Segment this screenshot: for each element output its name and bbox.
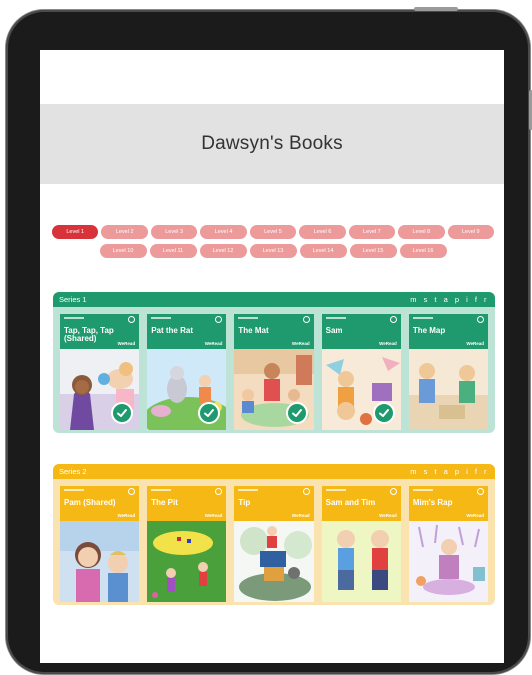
level-16-button[interactable]: Level 16 — [399, 244, 447, 258]
brand-logo: WeRead — [291, 341, 310, 346]
book-cover-header: Tip WeRead — [234, 486, 314, 521]
completed-check-icon — [285, 402, 308, 424]
level-14-button[interactable]: Level 14 — [299, 244, 347, 258]
level-11-button[interactable]: Level 11 — [149, 244, 197, 258]
level-6-button[interactable]: Level 6 — [299, 225, 346, 239]
series-header: Series 2 m s t a p i f r — [53, 464, 495, 479]
book-card-pat-the-rat[interactable]: Pat the Rat WeRead — [147, 314, 227, 430]
book-illustration — [408, 349, 489, 430]
book-card-the-mat[interactable]: The Mat WeRead — [234, 314, 314, 430]
book-card-tip[interactable]: Tip WeRead — [234, 486, 314, 602]
series-phonemes: m s t a p i f r — [410, 467, 489, 476]
book-title: The Map — [412, 326, 446, 335]
book-title: The Pit — [151, 498, 178, 507]
book-illustration — [60, 521, 140, 602]
brand-logo: WeRead — [204, 341, 223, 346]
level-8-button[interactable]: Level 8 — [398, 225, 445, 239]
book-cover-header: Mim's Rap WeRead — [408, 486, 489, 521]
book-card-sam-and-tim[interactable]: Sam and Tim WeRead — [321, 486, 401, 602]
screen: Dawsyn's Books Level 1 Level 2 Level 3 L… — [40, 50, 504, 663]
tablet-frame: Dawsyn's Books Level 1 Level 2 Level 3 L… — [6, 7, 532, 674]
book-illustration — [234, 521, 314, 602]
series-1-panel: Series 1 m s t a p i f r Tap, Tap, Tap (… — [53, 292, 495, 433]
book-card-the-map[interactable]: The Map WeRead — [408, 314, 489, 430]
level-1-button[interactable]: Level 1 — [52, 225, 99, 239]
book-cover-header: Sam and Tim WeRead — [321, 486, 401, 521]
brand-logo: WeRead — [379, 341, 397, 346]
level-15-button[interactable]: Level 15 — [349, 244, 397, 258]
level-4-button[interactable]: Level 4 — [200, 225, 247, 239]
brand-logo: WeRead — [291, 513, 310, 518]
book-title: Tip — [238, 498, 251, 507]
level-7-button[interactable]: Level 7 — [348, 225, 396, 239]
book-card-the-pit[interactable]: The Pit WeRead — [147, 486, 227, 602]
completed-check-icon — [372, 402, 395, 424]
book-cover-header: Pam (Shared) WeRead — [60, 486, 140, 521]
book-cover-header: The Mat WeRead — [234, 314, 314, 349]
book-cover-header: The Pit WeRead — [147, 486, 227, 521]
series-name: Series 1 — [59, 295, 87, 304]
level-5-button[interactable]: Level 5 — [249, 225, 297, 239]
brand-logo: WeRead — [466, 341, 485, 346]
series-name: Series 2 — [59, 467, 87, 476]
brand-logo: WeRead — [117, 513, 136, 518]
power-button — [414, 7, 458, 11]
book-cover-header: Sam WeRead — [321, 314, 401, 349]
series-header: Series 1 m s t a p i f r — [53, 292, 495, 307]
book-title: Sam and Tim — [325, 498, 376, 507]
level-row-2: Level 10 Level 11 Level 12 Level 13 Leve… — [52, 244, 494, 258]
book-illustration — [321, 521, 401, 602]
brand-logo: WeRead — [466, 513, 485, 518]
series-2-panel: Series 2 m s t a p i f r Pam (Shared) We… — [53, 464, 495, 605]
book-title: Sam — [325, 326, 343, 335]
brand-logo: WeRead — [379, 513, 397, 518]
page-header: Dawsyn's Books — [40, 104, 504, 184]
level-row-1: Level 1 Level 2 Level 3 Level 4 Level 5 … — [52, 225, 494, 239]
book-card-mims-rap[interactable]: Mim's Rap WeRead — [408, 486, 489, 602]
book-cover-header: Pat the Rat WeRead — [147, 314, 227, 349]
book-list: Tap, Tap, Tap (Shared) WeRead Pat the Ra… — [53, 307, 495, 430]
level-9-button[interactable]: Level 9 — [447, 225, 494, 239]
level-2-button[interactable]: Level 2 — [101, 225, 148, 239]
book-illustration — [408, 521, 489, 602]
level-13-button[interactable]: Level 13 — [249, 244, 297, 258]
book-list: Pam (Shared) WeRead The Pit WeRead Tip W… — [53, 479, 495, 602]
book-card-tap-tap-tap[interactable]: Tap, Tap, Tap (Shared) WeRead — [60, 314, 140, 430]
brand-logo: WeRead — [117, 341, 136, 346]
book-cover-header: Tap, Tap, Tap (Shared) WeRead — [60, 314, 140, 349]
series-phonemes: m s t a p i f r — [410, 295, 489, 304]
level-3-button[interactable]: Level 3 — [150, 225, 198, 239]
book-cover-header: The Map WeRead — [408, 314, 489, 349]
level-12-button[interactable]: Level 12 — [199, 244, 247, 258]
book-illustration — [147, 521, 227, 602]
page-title: Dawsyn's Books — [201, 133, 343, 154]
brand-logo: WeRead — [204, 513, 223, 518]
book-title: The Mat — [238, 326, 269, 335]
book-card-pam[interactable]: Pam (Shared) WeRead — [60, 486, 140, 602]
book-title: Pam (Shared) — [64, 498, 116, 507]
level-10-button[interactable]: Level 10 — [99, 244, 147, 258]
book-card-sam[interactable]: Sam WeRead — [321, 314, 401, 430]
book-title: Pat the Rat — [151, 326, 193, 335]
book-title: Mim's Rap — [412, 498, 453, 507]
level-selector: Level 1 Level 2 Level 3 Level 4 Level 5 … — [52, 225, 494, 263]
